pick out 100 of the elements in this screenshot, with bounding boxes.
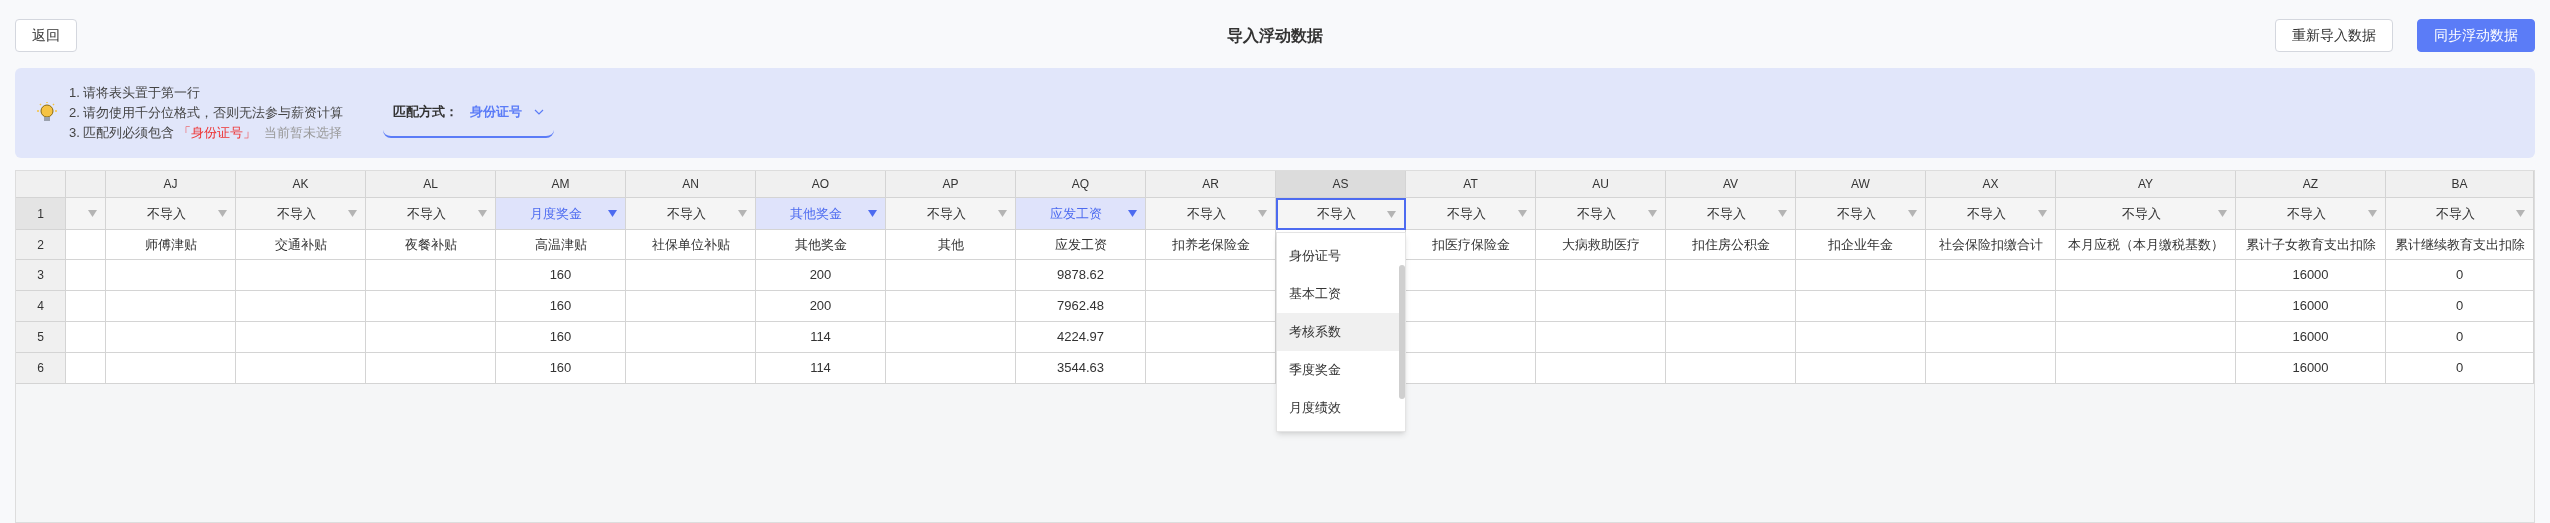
tip-text: 2. 请勿使用千分位格式，否则无法参与薪资计算: [69, 104, 344, 122]
mapping-select[interactable]: 不导入: [1666, 198, 1796, 230]
row-number: 1: [16, 198, 66, 230]
match-mode-select[interactable]: 匹配方式： 身份证号: [383, 88, 555, 138]
column-letter[interactable]: AU: [1536, 171, 1666, 198]
table-cell: 扣住房公积金: [1666, 230, 1796, 260]
column-letter[interactable]: AX: [1926, 171, 2056, 198]
table-cell: 本月应税（本月缴税基数）: [2056, 230, 2236, 260]
table-cell: 200: [756, 291, 886, 322]
row-number: 4: [16, 291, 66, 322]
mapping-select[interactable]: 不导入: [1796, 198, 1926, 230]
caret-icon: [1387, 210, 1396, 218]
mapping-select-edge[interactable]: [66, 198, 106, 230]
caret-icon: [2516, 210, 2525, 217]
back-button[interactable]: 返回: [15, 19, 77, 52]
column-letter[interactable]: AP: [886, 171, 1016, 198]
column-letter[interactable]: AZ: [2236, 171, 2386, 198]
caret-icon: [738, 210, 747, 217]
column-letter[interactable]: AJ: [106, 171, 236, 198]
mapping-select[interactable]: 不导入: [1406, 198, 1536, 230]
mapping-select[interactable]: 不导入: [1536, 198, 1666, 230]
chevron-down-icon: [534, 109, 545, 115]
caret-icon: [1648, 210, 1657, 217]
table-cell: 160: [496, 291, 626, 322]
row-number: 3: [16, 260, 66, 291]
row-number: 5: [16, 322, 66, 353]
table-cell: 累计继续教育支出扣除: [2386, 230, 2534, 260]
mapping-select[interactable]: 其他奖金: [756, 198, 886, 230]
mapping-select[interactable]: 不导入: [2056, 198, 2236, 230]
table-cell: 160: [496, 322, 626, 353]
table-cell: 114: [756, 322, 886, 353]
caret-icon: [478, 210, 487, 217]
table-cell: 16000: [2236, 322, 2386, 353]
mapping-select[interactable]: 不导入: [106, 198, 236, 230]
table-cell: 累计子女教育支出扣除: [2236, 230, 2386, 260]
table-cell: 0: [2386, 291, 2534, 322]
caret-icon: [1778, 210, 1787, 217]
caret-icon: [88, 210, 97, 217]
table-cell: 大病救助医疗: [1536, 230, 1666, 260]
table-cell: 114: [756, 353, 886, 384]
action-button[interactable]: 重新导入数据: [2275, 19, 2393, 52]
table-cell: 夜餐补贴: [366, 230, 496, 260]
mapping-select[interactable]: 不导入: [886, 198, 1016, 230]
column-letter[interactable]: BA: [2386, 171, 2534, 198]
table-cell: 扣企业年金: [1796, 230, 1926, 260]
caret-icon: [2368, 210, 2377, 217]
table-cell: 7962.48: [1016, 291, 1146, 322]
caret-icon: [348, 210, 357, 217]
mapping-select[interactable]: 月度奖金: [496, 198, 626, 230]
table-cell: 社保单位补贴: [626, 230, 756, 260]
caret-icon: [608, 210, 617, 217]
table-cell: 0: [2386, 260, 2534, 291]
table-cell: [66, 260, 106, 291]
tip-text: 3. 匹配列必须包含: [69, 124, 175, 142]
table-cell: [66, 291, 106, 322]
mapping-select[interactable]: 不导入: [2236, 198, 2386, 230]
caret-icon: [2218, 210, 2227, 217]
column-letter[interactable]: AW: [1796, 171, 1926, 198]
column-letter[interactable]: AY: [2056, 171, 2236, 198]
column-letter[interactable]: AV: [1666, 171, 1796, 198]
table-cell: 16000: [2236, 353, 2386, 384]
table-cell: 扣养老保险金: [1146, 230, 1276, 260]
column-letter[interactable]: AK: [236, 171, 366, 198]
column-letter[interactable]: AO: [756, 171, 886, 198]
table-cell: [66, 322, 106, 353]
table-cell: 扣医疗保险金: [1406, 230, 1536, 260]
table-cell: 160: [496, 260, 626, 291]
table-cell: 高温津贴: [496, 230, 626, 260]
required-field: 「身份证号」: [178, 123, 257, 143]
action-button[interactable]: 同步浮动数据: [2417, 19, 2535, 52]
column-letter[interactable]: AM: [496, 171, 626, 198]
column-letter[interactable]: AQ: [1016, 171, 1146, 198]
row-number: 2: [16, 230, 66, 260]
mapping-select[interactable]: 不导入: [366, 198, 496, 230]
mapping-select[interactable]: 不导入: [626, 198, 756, 230]
status-note: 当前暂未选择: [264, 124, 343, 142]
mapping-select[interactable]: 应发工资: [1016, 198, 1146, 230]
table-cell: 9878.62: [1016, 260, 1146, 291]
column-letter[interactable]: AT: [1406, 171, 1536, 198]
row-number: 6: [16, 353, 66, 384]
mapping-select[interactable]: 不导入: [236, 198, 366, 230]
mapping-select[interactable]: 不导入: [1146, 198, 1276, 230]
caret-icon: [1258, 210, 1267, 217]
table-cell: 其他奖金: [756, 230, 886, 260]
mapping-select[interactable]: 不导入: [2386, 198, 2534, 230]
column-letter[interactable]: AN: [626, 171, 756, 198]
lightbulb-icon: [37, 102, 57, 124]
column-letter[interactable]: AL: [366, 171, 496, 198]
tip-text: 1. 请将表头置于第一行: [69, 84, 201, 102]
table-cell: 其他: [886, 230, 1016, 260]
column-letter[interactable]: AR: [1146, 171, 1276, 198]
table-cell: 应发工资: [1016, 230, 1146, 260]
column-letter[interactable]: [66, 171, 106, 198]
column-letter[interactable]: AS: [1276, 171, 1406, 198]
page-title: 导入浮动数据: [1227, 25, 1323, 46]
table-cell: 社会保险扣缴合计: [1926, 230, 2056, 260]
dropdown-option[interactable]: 考核系数: [1277, 313, 1399, 351]
caret-icon: [868, 210, 877, 217]
mapping-select[interactable]: 不导入: [1926, 198, 2056, 230]
scrollbar[interactable]: [1399, 265, 1405, 399]
